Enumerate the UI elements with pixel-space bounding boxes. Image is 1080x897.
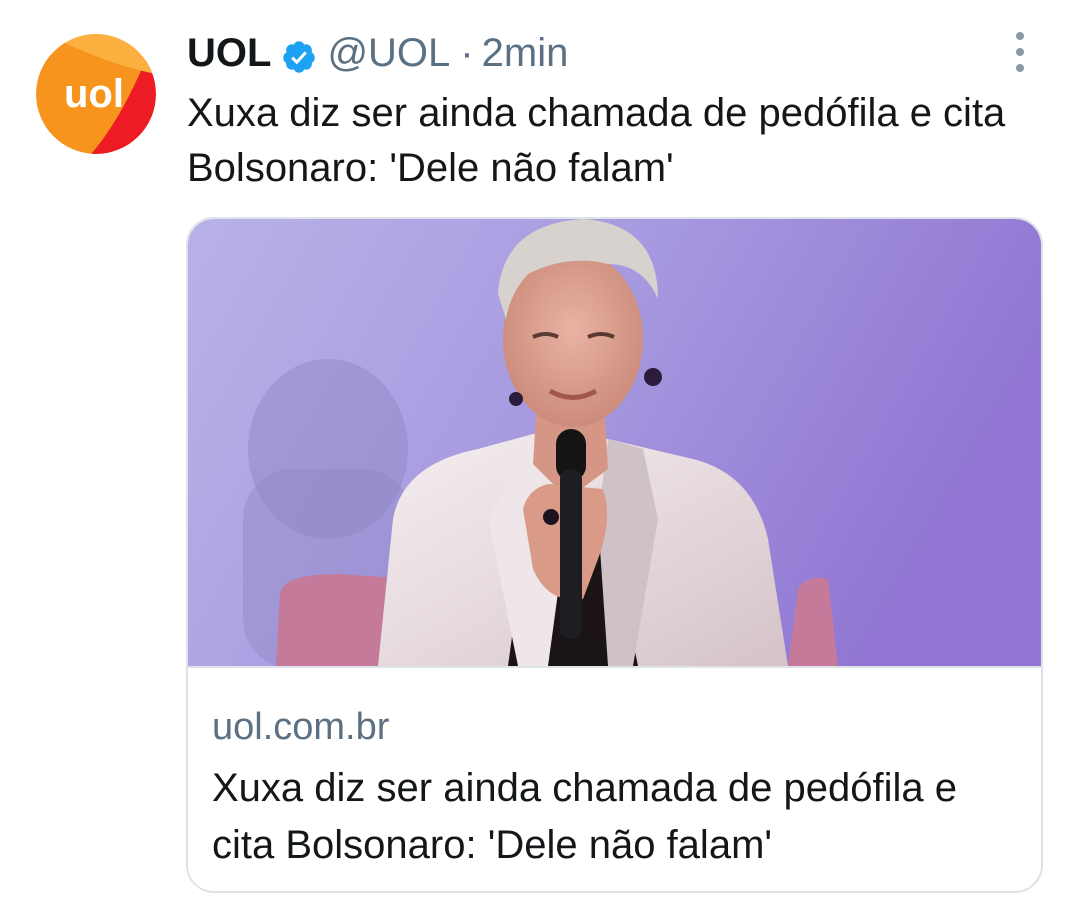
- link-domain: uol.com.br: [212, 706, 390, 748]
- tweet-timestamp[interactable]: 2min: [482, 26, 569, 80]
- author-name[interactable]: UOL: [187, 26, 271, 80]
- article-photo[interactable]: [188, 219, 1041, 666]
- svg-text:uol: uol: [64, 72, 124, 116]
- link-card[interactable]: uol.com.br Xuxa diz ser ainda chamada de…: [186, 217, 1043, 893]
- more-vertical-icon[interactable]: [1004, 30, 1036, 74]
- tweet-text: Xuxa diz ser ainda chamada de pedófila e…: [187, 91, 1006, 190]
- link-title: Xuxa diz ser ainda chamada de pedófila e…: [212, 766, 957, 867]
- uol-logo-avatar[interactable]: uol: [36, 34, 156, 154]
- verified-badge-icon: [281, 35, 317, 73]
- separator-dot: ·: [460, 31, 474, 75]
- link-card-body[interactable]: uol.com.br Xuxa diz ser ainda chamada de…: [188, 666, 1041, 891]
- tweet[interactable]: uol UOL @UOL · 2min Xuxa diz ser ainda c…: [0, 0, 1080, 897]
- author-handle[interactable]: @UOL: [327, 26, 450, 80]
- tweet-header: UOL @UOL · 2min: [187, 26, 568, 80]
